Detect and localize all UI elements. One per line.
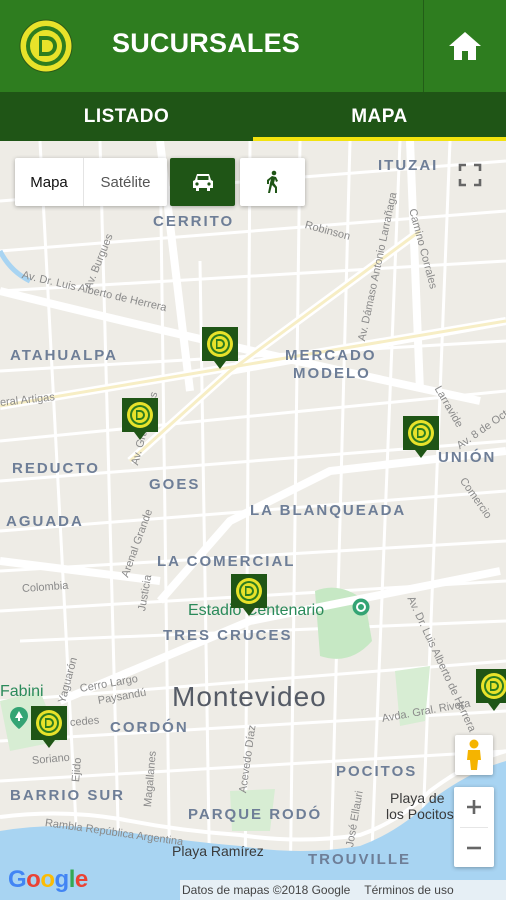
map-label-ituzaingo: ITUZAI: [378, 157, 439, 174]
car-icon: [192, 174, 213, 191]
map-label-mercado: MERCADO: [285, 347, 377, 364]
map-label-goes: GOES: [149, 476, 201, 493]
map-label-union: UNIÓN: [438, 449, 497, 466]
google-logo-letter: e: [74, 866, 88, 893]
zoom-control: [454, 787, 494, 867]
map-label-comercial: LA COMERCIAL: [157, 553, 296, 570]
map-label-trouville: TROUVILLE: [308, 851, 411, 868]
poi-fabini: Fabini: [0, 683, 44, 700]
zoom-in-button[interactable]: [454, 787, 494, 827]
map-view[interactable]: Mapa Satélite ITUZAI CERRITO ATAHUALPA M…: [0, 141, 506, 900]
map-attribution: Datos de mapas ©2018 Google Términos de …: [180, 880, 506, 900]
car-mode-button[interactable]: [170, 158, 235, 206]
plus-icon: [467, 800, 481, 814]
fullscreen-icon: [458, 163, 482, 187]
branch-logo-icon: [122, 398, 158, 440]
map-label-parque-rodo: PARQUE RODÓ: [188, 806, 323, 823]
map-label-blanqueada: LA BLANQUEADA: [250, 502, 407, 519]
map-type-mapa-button[interactable]: Mapa: [15, 158, 83, 206]
page-title: SUCURSALES: [112, 28, 301, 58]
map-label-atahualpa: ATAHUALPA: [10, 347, 118, 364]
terms-of-use-link[interactable]: Términos de uso: [364, 883, 453, 897]
branch-logo-icon: [476, 669, 506, 711]
branch-marker[interactable]: [231, 574, 267, 616]
walk-icon: [266, 170, 278, 193]
google-logo-letter: g: [54, 866, 70, 893]
branch-logo-icon: [231, 574, 267, 616]
app-bar: SUCURSALES: [0, 0, 506, 92]
branch-marker[interactable]: [202, 327, 238, 369]
brand-logo: [18, 18, 74, 74]
branch-marker[interactable]: [122, 398, 158, 440]
map-label-modelo: MODELO: [293, 365, 371, 382]
map-label-cerrito: CERRITO: [153, 213, 235, 230]
map-label-tres-cruces: TRES CRUCES: [163, 627, 293, 644]
street-view-pegman-button[interactable]: [455, 735, 493, 775]
map-label-city: Montevideo: [172, 681, 327, 712]
tab-mapa[interactable]: MAPA: [253, 92, 506, 141]
branch-logo-icon: [403, 416, 439, 458]
google-logo-letter: o: [26, 866, 41, 893]
google-logo-letter: G: [8, 866, 27, 893]
branch-logo-icon: [202, 327, 238, 369]
poi-playa-ramirez: Playa Ramírez: [172, 843, 264, 859]
map-label-cordon: CORDÓN: [110, 719, 189, 736]
tab-bar: LISTADO MAPA: [0, 92, 506, 141]
branch-marker[interactable]: [403, 416, 439, 458]
map-label-pocitos: POCITOS: [336, 763, 418, 780]
map-label-barrio-sur: BARRIO SUR: [10, 787, 126, 804]
poi-playa-pocitos-line1: Playa de: [390, 790, 445, 806]
zoom-out-button[interactable]: [454, 828, 494, 868]
park-pin-icon: [10, 707, 28, 729]
minus-icon: [467, 846, 481, 850]
fullscreen-button[interactable]: [450, 155, 490, 195]
pegman-icon: [467, 739, 481, 770]
street-label: cedes: [69, 714, 100, 729]
google-logo-letter: o: [40, 866, 55, 893]
attribution-text: Datos de mapas ©2018 Google: [182, 883, 351, 897]
home-icon: [449, 32, 481, 60]
map-label-aguada: AGUADA: [6, 513, 84, 530]
street-label: Ejido: [70, 757, 85, 783]
stadium-icon: [352, 598, 370, 616]
map-label-reducto: REDUCTO: [12, 460, 100, 477]
branch-marker[interactable]: [31, 706, 67, 748]
poi-playa-pocitos-line2: los Pocitos: [386, 806, 454, 822]
walk-mode-button[interactable]: [240, 158, 305, 206]
tab-listado[interactable]: LISTADO: [0, 92, 253, 141]
map-type-control: Mapa Satélite: [15, 158, 167, 206]
branch-marker[interactable]: [476, 669, 506, 711]
google-logo[interactable]: Google: [8, 866, 88, 894]
home-button[interactable]: [424, 0, 506, 92]
map-type-satellite-button[interactable]: Satélite: [83, 158, 167, 206]
branch-logo-icon: [31, 706, 67, 748]
